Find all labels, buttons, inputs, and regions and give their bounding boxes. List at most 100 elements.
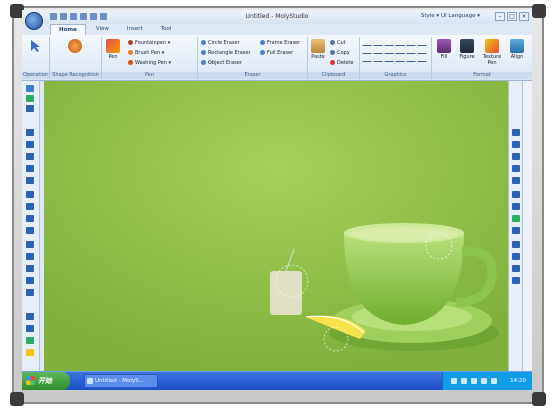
- cursor-icon: [31, 40, 40, 52]
- shape-recognition-button[interactable]: [68, 39, 82, 54]
- group-format: Fill Figure Texture Pen Align Format: [432, 37, 532, 79]
- tab-insert[interactable]: Insert: [119, 24, 151, 35]
- tool-icon[interactable]: [26, 203, 34, 210]
- group-label-pen: Pen: [102, 72, 197, 79]
- drawing-canvas[interactable]: [44, 81, 512, 371]
- frame-corner: [532, 4, 546, 18]
- paste-button[interactable]: Paste: [311, 39, 325, 60]
- tool-icon[interactable]: [26, 191, 34, 198]
- group-operation: Operation: [22, 37, 50, 79]
- pen-button[interactable]: Pen: [106, 39, 120, 60]
- brush-pen-button[interactable]: Brush Pen ▾: [128, 49, 164, 57]
- group-label-operation: Operation: [22, 72, 49, 79]
- group-eraser: Circle Eraser Rectangle Eraser Object Er…: [198, 37, 308, 79]
- tool-icon[interactable]: [26, 177, 34, 184]
- tool-icon[interactable]: [26, 277, 34, 284]
- tool-icon[interactable]: [512, 203, 520, 210]
- tool-icon[interactable]: [26, 313, 34, 320]
- tray-icon[interactable]: [461, 378, 467, 384]
- select-button[interactable]: [29, 39, 43, 55]
- minimize-button[interactable]: –: [495, 12, 505, 21]
- washing-pen-button[interactable]: Washing Pen ▾: [128, 59, 171, 67]
- texture-pen-button[interactable]: Texture Pen: [480, 39, 504, 66]
- tool-icon[interactable]: [26, 105, 34, 112]
- tool-icon[interactable]: [512, 191, 520, 198]
- tool-icon[interactable]: [26, 165, 34, 172]
- shape-gallery[interactable]: [362, 40, 430, 62]
- group-label-eraser: Eraser: [198, 72, 307, 79]
- tool-icon[interactable]: [26, 289, 34, 296]
- tool-icon[interactable]: [26, 129, 34, 136]
- tab-view[interactable]: View: [88, 24, 117, 35]
- close-button[interactable]: ×: [519, 12, 529, 21]
- tool-icon[interactable]: [512, 241, 520, 248]
- full-eraser-icon: [260, 50, 265, 55]
- align-button[interactable]: Align: [506, 39, 528, 60]
- fill-icon: [437, 39, 451, 53]
- circle-eraser-icon: [201, 40, 206, 45]
- tool-icon[interactable]: [26, 227, 34, 234]
- group-pen: Pen Fountainpen ▾ Brush Pen ▾ Washing Pe…: [102, 37, 198, 79]
- tool-icon[interactable]: [512, 153, 520, 160]
- page-icon[interactable]: [26, 95, 34, 102]
- group-graphics: Graphics: [360, 37, 432, 79]
- tray-icon[interactable]: [491, 378, 497, 384]
- fill-button[interactable]: Fill: [434, 39, 454, 60]
- tool-icon[interactable]: [26, 215, 34, 222]
- tray-icon[interactable]: [481, 378, 487, 384]
- style-menu[interactable]: Style ▾ UI Language ▾: [421, 13, 480, 19]
- ribbon: Operation Shape Recognition Pen Fountain…: [22, 35, 532, 81]
- tool-icon[interactable]: [26, 141, 34, 148]
- tool-icon[interactable]: [512, 165, 520, 172]
- frame-eraser-button[interactable]: Frame Eraser: [260, 39, 300, 47]
- rectangle-eraser-icon: [201, 50, 206, 55]
- collapse-toolbar-icon[interactable]: [512, 215, 520, 222]
- window-controls: – □ ×: [495, 12, 529, 21]
- paste-icon: [311, 39, 325, 53]
- object-eraser-button[interactable]: Object Eraser: [201, 59, 242, 67]
- app-logo-icon[interactable]: [25, 12, 43, 30]
- vertical-scrollbar[interactable]: [522, 81, 532, 371]
- start-button[interactable]: 开始: [22, 372, 70, 390]
- tray-icon[interactable]: [451, 378, 457, 384]
- copy-icon: [330, 50, 335, 55]
- delete-button[interactable]: Delete: [330, 59, 353, 67]
- cut-button[interactable]: Cut: [330, 39, 346, 47]
- group-label-shape-recognition: Shape Recognition: [50, 72, 101, 79]
- taskbar-item-molystudio[interactable]: Untitled - MolyS...: [84, 374, 158, 388]
- texture-pen-icon: [485, 39, 499, 53]
- tool-icon[interactable]: [512, 277, 520, 284]
- maximize-button[interactable]: □: [507, 12, 517, 21]
- left-toolbar: [22, 81, 40, 371]
- full-eraser-button[interactable]: Full Eraser: [260, 49, 293, 57]
- home-icon[interactable]: [26, 85, 34, 92]
- right-toolbar: [508, 81, 522, 371]
- tool-icon[interactable]: [26, 265, 34, 272]
- tool-icon[interactable]: [512, 265, 520, 272]
- delete-icon: [330, 60, 335, 65]
- tool-icon[interactable]: [26, 153, 34, 160]
- copy-button[interactable]: Copy: [330, 49, 350, 57]
- cut-icon: [330, 40, 335, 45]
- figure-button[interactable]: Figure: [456, 39, 478, 60]
- tool-icon[interactable]: [512, 227, 520, 234]
- tab-tool[interactable]: Tool: [153, 24, 180, 35]
- clock[interactable]: 14:20: [510, 378, 526, 384]
- tool-icon[interactable]: [26, 337, 34, 344]
- fountainpen-button[interactable]: Fountainpen ▾: [128, 39, 170, 47]
- tool-icon[interactable]: [26, 253, 34, 260]
- pen-icon: [106, 39, 120, 53]
- ribbon-tabs: Home View Insert Tool: [50, 24, 179, 35]
- app-window: Untitled - MolyStudio Style ▾ UI Languag…: [22, 10, 532, 390]
- circle-eraser-button[interactable]: Circle Eraser: [201, 39, 240, 47]
- tool-icon[interactable]: [512, 141, 520, 148]
- tab-home[interactable]: Home: [50, 24, 86, 35]
- tool-icon[interactable]: [512, 177, 520, 184]
- tool-icon[interactable]: [512, 129, 520, 136]
- tool-icon[interactable]: [26, 325, 34, 332]
- tool-icon[interactable]: [26, 349, 34, 356]
- tray-icon[interactable]: [471, 378, 477, 384]
- rectangle-eraser-button[interactable]: Rectangle Eraser: [201, 49, 251, 57]
- tool-icon[interactable]: [512, 253, 520, 260]
- tool-icon[interactable]: [26, 241, 34, 248]
